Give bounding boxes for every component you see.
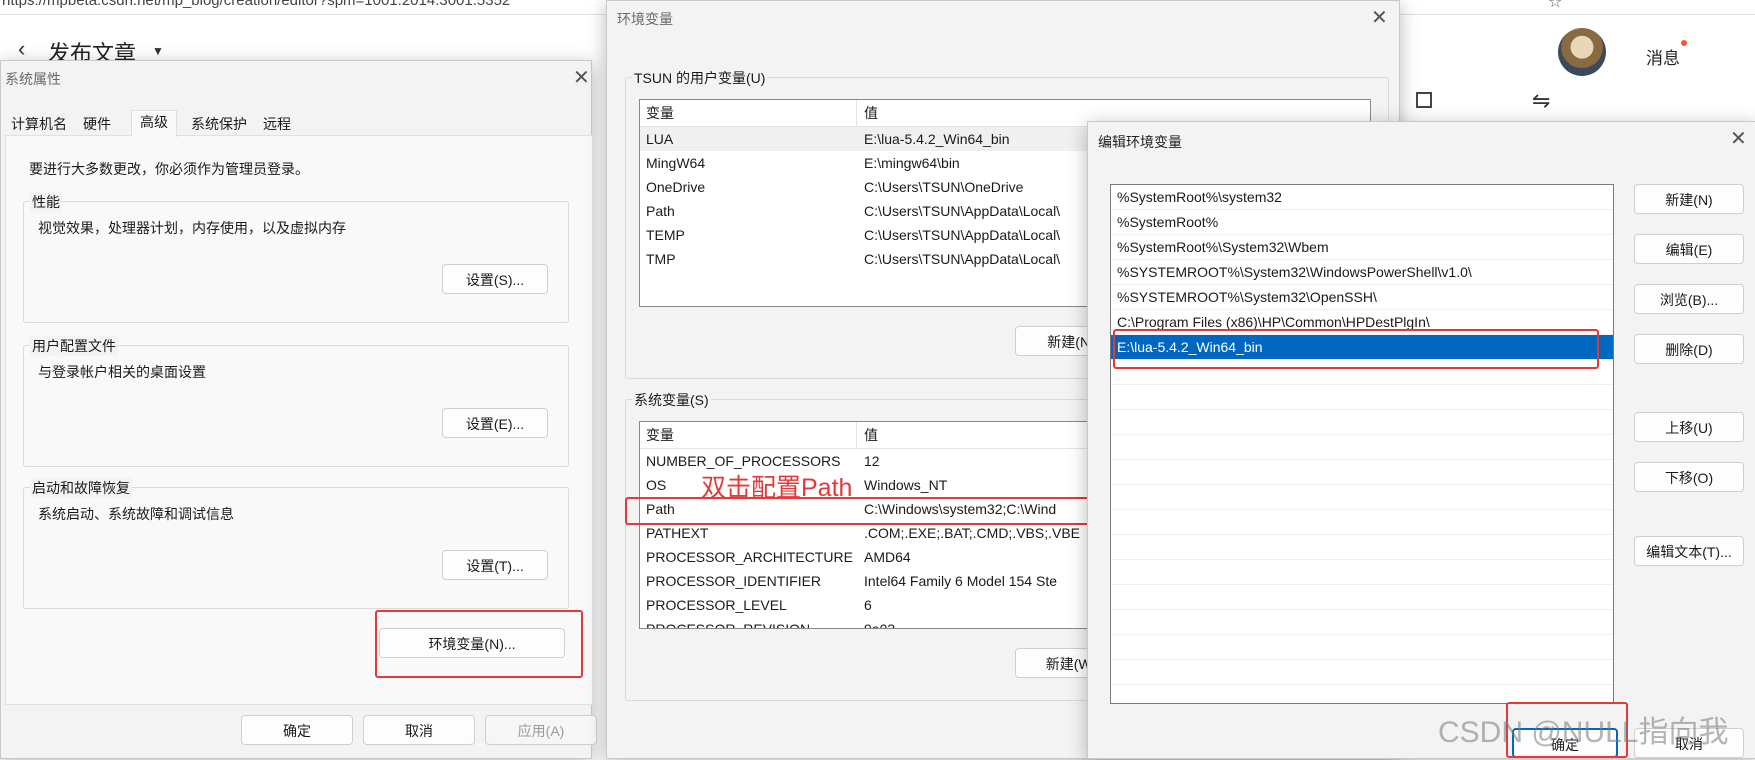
var-name: PROCESSOR_ARCHITECTURE (646, 549, 853, 565)
performance-label: 性能 (30, 192, 62, 212)
var-value: C:\Users\TSUN\AppData\Local\ (864, 203, 1061, 219)
var-name: PROCESSOR_LEVEL (646, 597, 787, 613)
var-name: OneDrive (646, 179, 706, 195)
var-value: 6 (864, 597, 872, 613)
column-header-variable[interactable]: 变量 (646, 100, 674, 126)
var-value: E:\lua-5.4.2_Win64_bin (864, 131, 1010, 147)
var-name: LUA (646, 131, 674, 147)
var-value: 9a03 (864, 621, 896, 629)
startup-recovery-group: 启动和故障恢复 系统启动、系统故障和调试信息 设置(T)... (23, 478, 569, 609)
var-name: PROCESSOR_IDENTIFIER (646, 573, 822, 589)
user-profiles-label: 用户配置文件 (30, 336, 118, 356)
empty-row (1111, 410, 1613, 435)
notification-dot (1681, 40, 1687, 46)
var-value: E:\mingw64\bin (864, 155, 960, 171)
var-value: Windows_NT (864, 477, 948, 493)
column-header-variable[interactable]: 变量 (646, 422, 674, 448)
delete-button[interactable]: 删除(D) (1634, 334, 1744, 364)
empty-row (1111, 385, 1613, 410)
expand-icon[interactable] (1416, 92, 1432, 108)
move-up-button[interactable]: 上移(U) (1634, 412, 1744, 442)
watermark: CSDN @NULL指向我 (1438, 716, 1729, 749)
performance-settings-button[interactable]: 设置(S)... (442, 264, 548, 294)
admin-note: 要进行大多数更改，你必须作为管理员登录。 (29, 161, 309, 177)
list-item[interactable]: %SystemRoot% (1111, 210, 1613, 235)
var-value: C:\Users\TSUN\AppData\Local\ (864, 251, 1061, 267)
empty-row (1111, 560, 1613, 585)
empty-row (1111, 485, 1613, 510)
user-profiles-settings-button[interactable]: 设置(E)... (442, 408, 548, 438)
startup-recovery-desc: 系统启动、系统故障和调试信息 (38, 506, 234, 522)
performance-desc: 视觉效果，处理器计划，内存使用，以及虚拟内存 (38, 220, 346, 236)
ok-button[interactable]: 确定 (241, 715, 353, 745)
column-divider (856, 100, 857, 126)
cancel-button[interactable]: 取消 (363, 715, 475, 745)
list-item[interactable]: %SYSTEMROOT%\System32\OpenSSH\ (1111, 285, 1613, 310)
editor-back-icon[interactable]: ‹ (18, 36, 25, 62)
annotation-box-envvars (375, 610, 583, 678)
user-variables-label: TSUN 的用户变量(U) (632, 68, 768, 88)
apply-button[interactable]: 应用(A) (485, 715, 597, 745)
var-name: TEMP (646, 227, 685, 243)
tab-system-protection[interactable]: 系统保护 (187, 113, 251, 135)
var-name: MingW64 (646, 155, 706, 171)
column-header-value[interactable]: 值 (864, 422, 878, 448)
empty-row (1111, 535, 1613, 560)
var-name: Path (646, 203, 675, 219)
list-item[interactable]: %SYSTEMROOT%\System32\WindowsPowerShell\… (1111, 260, 1613, 285)
startup-recovery-label: 启动和故障恢复 (30, 478, 132, 498)
performance-group: 性能 视觉效果，处理器计划，内存使用，以及虚拟内存 设置(S)... (23, 192, 569, 323)
empty-row (1111, 660, 1613, 685)
var-name: PROCESSOR_REVISION (646, 621, 811, 629)
system-variables-label: 系统变量(S) (632, 390, 711, 410)
edit-button[interactable]: 编辑(E) (1634, 234, 1744, 264)
tab-remote[interactable]: 远程 (259, 113, 295, 135)
user-profiles-group: 用户配置文件 与登录帐户相关的桌面设置 设置(E)... (23, 336, 569, 467)
empty-row (1111, 585, 1613, 610)
var-value: Intel64 Family 6 Model 154 Ste (864, 573, 1057, 589)
browse-button[interactable]: 浏览(B)... (1634, 284, 1744, 314)
avatar[interactable] (1558, 28, 1606, 76)
tab-computer-name[interactable]: 计算机名 (7, 113, 71, 135)
user-profiles-desc: 与登录帐户相关的桌面设置 (38, 364, 206, 380)
empty-row (1111, 460, 1613, 485)
empty-row (1111, 435, 1613, 460)
move-down-button[interactable]: 下移(O) (1634, 462, 1744, 492)
var-value: C:\Users\TSUN\AppData\Local\ (864, 227, 1061, 243)
tab-hardware[interactable]: 硬件 (79, 113, 115, 135)
close-icon[interactable]: ✕ (1730, 126, 1747, 151)
var-value: AMD64 (864, 549, 911, 565)
empty-row (1111, 635, 1613, 660)
empty-row (1111, 510, 1613, 535)
new-button[interactable]: 新建(N) (1634, 184, 1744, 214)
star-icon[interactable]: ☆ (1548, 0, 1562, 12)
var-value: 12 (864, 453, 880, 469)
empty-row (1111, 610, 1613, 635)
edit-environment-variable-dialog: 编辑环境变量 ✕ %SystemRoot%\system32 %SystemRo… (1087, 121, 1755, 759)
var-name: TMP (646, 251, 676, 267)
column-divider (856, 422, 857, 448)
list-item[interactable]: %SystemRoot%\system32 (1111, 185, 1613, 210)
dialog-title: 系统属性 (5, 71, 61, 87)
var-value: C:\Users\TSUN\OneDrive (864, 179, 1024, 195)
startup-recovery-settings-button[interactable]: 设置(T)... (442, 550, 548, 580)
close-icon[interactable]: ✕ (1371, 5, 1388, 30)
annotation-box-path (625, 497, 1127, 525)
close-icon[interactable]: ✕ (573, 65, 590, 90)
var-name: OS (646, 477, 667, 493)
column-header-value[interactable]: 值 (864, 100, 878, 126)
messages-link[interactable]: 消息 (1646, 44, 1680, 69)
edit-text-button[interactable]: 编辑文本(T)... (1634, 536, 1744, 566)
system-properties-dialog: 系统属性 ✕ 计算机名 硬件 高级 系统保护 远程 要进行大多数更改，你必须作为… (0, 60, 597, 759)
dialog-title: 编辑环境变量 (1098, 134, 1182, 150)
tab-advanced[interactable]: 高级 (131, 110, 177, 137)
path-list[interactable]: %SystemRoot%\system32 %SystemRoot% %Syst… (1110, 184, 1614, 704)
chevron-down-icon[interactable]: ▼ (152, 44, 164, 58)
annotation-box-new-path (1113, 329, 1599, 369)
url-text: https://mpbeta.csdn.net/mp_blog/creation… (2, 0, 511, 9)
dialog-title: 环境变量 (617, 11, 673, 27)
swap-icon[interactable]: ⇋ (1532, 88, 1550, 114)
list-item[interactable]: %SystemRoot%\System32\Wbem (1111, 235, 1613, 260)
